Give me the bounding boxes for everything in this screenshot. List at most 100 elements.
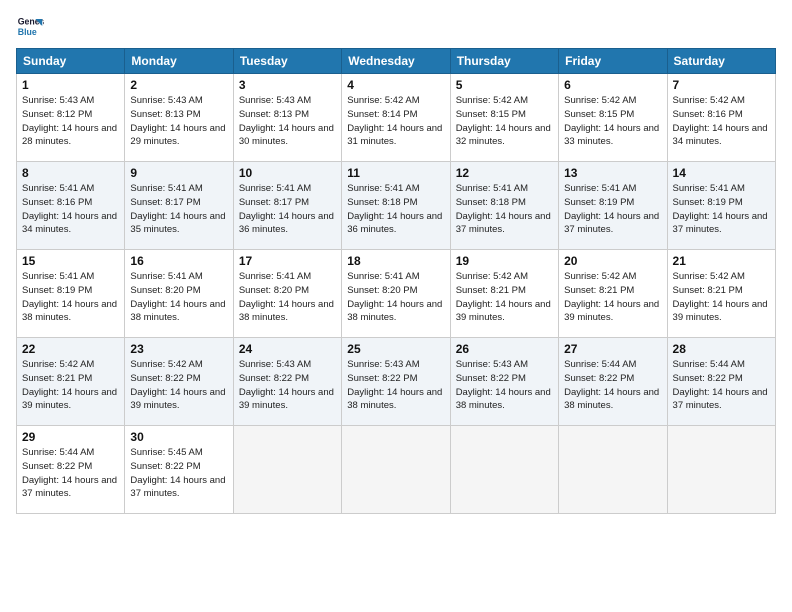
col-header-wednesday: Wednesday: [342, 49, 450, 74]
page: General Blue SundayMondayTuesdayWednesda…: [0, 0, 792, 612]
col-header-sunday: Sunday: [17, 49, 125, 74]
day-number: 5: [456, 78, 553, 92]
day-number: 7: [673, 78, 770, 92]
day-info: Sunrise: 5:43 AM Sunset: 8:12 PM Dayligh…: [22, 94, 119, 149]
col-header-tuesday: Tuesday: [233, 49, 341, 74]
day-info: Sunrise: 5:44 AM Sunset: 8:22 PM Dayligh…: [673, 358, 770, 413]
calendar: SundayMondayTuesdayWednesdayThursdayFrid…: [16, 48, 776, 514]
calendar-cell: 26 Sunrise: 5:43 AM Sunset: 8:22 PM Dayl…: [450, 338, 558, 426]
header-row: SundayMondayTuesdayWednesdayThursdayFrid…: [17, 49, 776, 74]
calendar-cell: 30 Sunrise: 5:45 AM Sunset: 8:22 PM Dayl…: [125, 426, 233, 514]
day-info: Sunrise: 5:41 AM Sunset: 8:19 PM Dayligh…: [564, 182, 661, 237]
day-info: Sunrise: 5:45 AM Sunset: 8:22 PM Dayligh…: [130, 446, 227, 501]
col-header-saturday: Saturday: [667, 49, 775, 74]
calendar-cell: [559, 426, 667, 514]
header: General Blue: [16, 12, 776, 40]
day-number: 30: [130, 430, 227, 444]
calendar-cell: 1 Sunrise: 5:43 AM Sunset: 8:12 PM Dayli…: [17, 74, 125, 162]
week-row-4: 22 Sunrise: 5:42 AM Sunset: 8:21 PM Dayl…: [17, 338, 776, 426]
logo: General Blue: [16, 12, 48, 40]
day-number: 21: [673, 254, 770, 268]
day-number: 26: [456, 342, 553, 356]
day-info: Sunrise: 5:44 AM Sunset: 8:22 PM Dayligh…: [22, 446, 119, 501]
day-number: 13: [564, 166, 661, 180]
day-number: 2: [130, 78, 227, 92]
col-header-friday: Friday: [559, 49, 667, 74]
day-number: 6: [564, 78, 661, 92]
day-info: Sunrise: 5:42 AM Sunset: 8:21 PM Dayligh…: [673, 270, 770, 325]
week-row-2: 8 Sunrise: 5:41 AM Sunset: 8:16 PM Dayli…: [17, 162, 776, 250]
day-info: Sunrise: 5:41 AM Sunset: 8:19 PM Dayligh…: [673, 182, 770, 237]
day-info: Sunrise: 5:42 AM Sunset: 8:14 PM Dayligh…: [347, 94, 444, 149]
calendar-cell: [342, 426, 450, 514]
calendar-cell: 2 Sunrise: 5:43 AM Sunset: 8:13 PM Dayli…: [125, 74, 233, 162]
day-info: Sunrise: 5:42 AM Sunset: 8:15 PM Dayligh…: [456, 94, 553, 149]
day-number: 27: [564, 342, 661, 356]
day-info: Sunrise: 5:43 AM Sunset: 8:13 PM Dayligh…: [239, 94, 336, 149]
day-info: Sunrise: 5:42 AM Sunset: 8:15 PM Dayligh…: [564, 94, 661, 149]
calendar-cell: 16 Sunrise: 5:41 AM Sunset: 8:20 PM Dayl…: [125, 250, 233, 338]
day-info: Sunrise: 5:41 AM Sunset: 8:18 PM Dayligh…: [456, 182, 553, 237]
day-info: Sunrise: 5:41 AM Sunset: 8:20 PM Dayligh…: [239, 270, 336, 325]
calendar-cell: 10 Sunrise: 5:41 AM Sunset: 8:17 PM Dayl…: [233, 162, 341, 250]
day-number: 23: [130, 342, 227, 356]
calendar-cell: 21 Sunrise: 5:42 AM Sunset: 8:21 PM Dayl…: [667, 250, 775, 338]
day-number: 12: [456, 166, 553, 180]
day-info: Sunrise: 5:43 AM Sunset: 8:22 PM Dayligh…: [456, 358, 553, 413]
week-row-5: 29 Sunrise: 5:44 AM Sunset: 8:22 PM Dayl…: [17, 426, 776, 514]
day-number: 25: [347, 342, 444, 356]
day-info: Sunrise: 5:42 AM Sunset: 8:21 PM Dayligh…: [456, 270, 553, 325]
day-number: 28: [673, 342, 770, 356]
calendar-cell: 29 Sunrise: 5:44 AM Sunset: 8:22 PM Dayl…: [17, 426, 125, 514]
day-info: Sunrise: 5:41 AM Sunset: 8:17 PM Dayligh…: [130, 182, 227, 237]
week-row-3: 15 Sunrise: 5:41 AM Sunset: 8:19 PM Dayl…: [17, 250, 776, 338]
day-number: 8: [22, 166, 119, 180]
day-info: Sunrise: 5:43 AM Sunset: 8:22 PM Dayligh…: [347, 358, 444, 413]
calendar-cell: 18 Sunrise: 5:41 AM Sunset: 8:20 PM Dayl…: [342, 250, 450, 338]
day-number: 3: [239, 78, 336, 92]
day-info: Sunrise: 5:41 AM Sunset: 8:19 PM Dayligh…: [22, 270, 119, 325]
calendar-cell: 3 Sunrise: 5:43 AM Sunset: 8:13 PM Dayli…: [233, 74, 341, 162]
calendar-cell: 6 Sunrise: 5:42 AM Sunset: 8:15 PM Dayli…: [559, 74, 667, 162]
day-number: 18: [347, 254, 444, 268]
day-number: 9: [130, 166, 227, 180]
day-info: Sunrise: 5:43 AM Sunset: 8:13 PM Dayligh…: [130, 94, 227, 149]
calendar-cell: 25 Sunrise: 5:43 AM Sunset: 8:22 PM Dayl…: [342, 338, 450, 426]
day-info: Sunrise: 5:42 AM Sunset: 8:22 PM Dayligh…: [130, 358, 227, 413]
day-number: 1: [22, 78, 119, 92]
calendar-cell: 9 Sunrise: 5:41 AM Sunset: 8:17 PM Dayli…: [125, 162, 233, 250]
day-info: Sunrise: 5:43 AM Sunset: 8:22 PM Dayligh…: [239, 358, 336, 413]
calendar-cell: 22 Sunrise: 5:42 AM Sunset: 8:21 PM Dayl…: [17, 338, 125, 426]
calendar-cell: 7 Sunrise: 5:42 AM Sunset: 8:16 PM Dayli…: [667, 74, 775, 162]
day-info: Sunrise: 5:42 AM Sunset: 8:16 PM Dayligh…: [673, 94, 770, 149]
calendar-cell: 27 Sunrise: 5:44 AM Sunset: 8:22 PM Dayl…: [559, 338, 667, 426]
day-number: 15: [22, 254, 119, 268]
day-info: Sunrise: 5:44 AM Sunset: 8:22 PM Dayligh…: [564, 358, 661, 413]
day-number: 11: [347, 166, 444, 180]
calendar-cell: 11 Sunrise: 5:41 AM Sunset: 8:18 PM Dayl…: [342, 162, 450, 250]
day-number: 16: [130, 254, 227, 268]
calendar-cell: 23 Sunrise: 5:42 AM Sunset: 8:22 PM Dayl…: [125, 338, 233, 426]
calendar-cell: 17 Sunrise: 5:41 AM Sunset: 8:20 PM Dayl…: [233, 250, 341, 338]
day-info: Sunrise: 5:41 AM Sunset: 8:20 PM Dayligh…: [130, 270, 227, 325]
day-number: 19: [456, 254, 553, 268]
calendar-cell: 4 Sunrise: 5:42 AM Sunset: 8:14 PM Dayli…: [342, 74, 450, 162]
calendar-cell: [450, 426, 558, 514]
day-number: 22: [22, 342, 119, 356]
calendar-cell: 14 Sunrise: 5:41 AM Sunset: 8:19 PM Dayl…: [667, 162, 775, 250]
day-info: Sunrise: 5:41 AM Sunset: 8:20 PM Dayligh…: [347, 270, 444, 325]
col-header-thursday: Thursday: [450, 49, 558, 74]
calendar-cell: 24 Sunrise: 5:43 AM Sunset: 8:22 PM Dayl…: [233, 338, 341, 426]
week-row-1: 1 Sunrise: 5:43 AM Sunset: 8:12 PM Dayli…: [17, 74, 776, 162]
calendar-cell: 12 Sunrise: 5:41 AM Sunset: 8:18 PM Dayl…: [450, 162, 558, 250]
calendar-cell: [667, 426, 775, 514]
day-info: Sunrise: 5:41 AM Sunset: 8:18 PM Dayligh…: [347, 182, 444, 237]
calendar-cell: 8 Sunrise: 5:41 AM Sunset: 8:16 PM Dayli…: [17, 162, 125, 250]
calendar-cell: [233, 426, 341, 514]
day-number: 20: [564, 254, 661, 268]
col-header-monday: Monday: [125, 49, 233, 74]
day-info: Sunrise: 5:42 AM Sunset: 8:21 PM Dayligh…: [22, 358, 119, 413]
day-number: 4: [347, 78, 444, 92]
day-info: Sunrise: 5:41 AM Sunset: 8:17 PM Dayligh…: [239, 182, 336, 237]
day-number: 17: [239, 254, 336, 268]
